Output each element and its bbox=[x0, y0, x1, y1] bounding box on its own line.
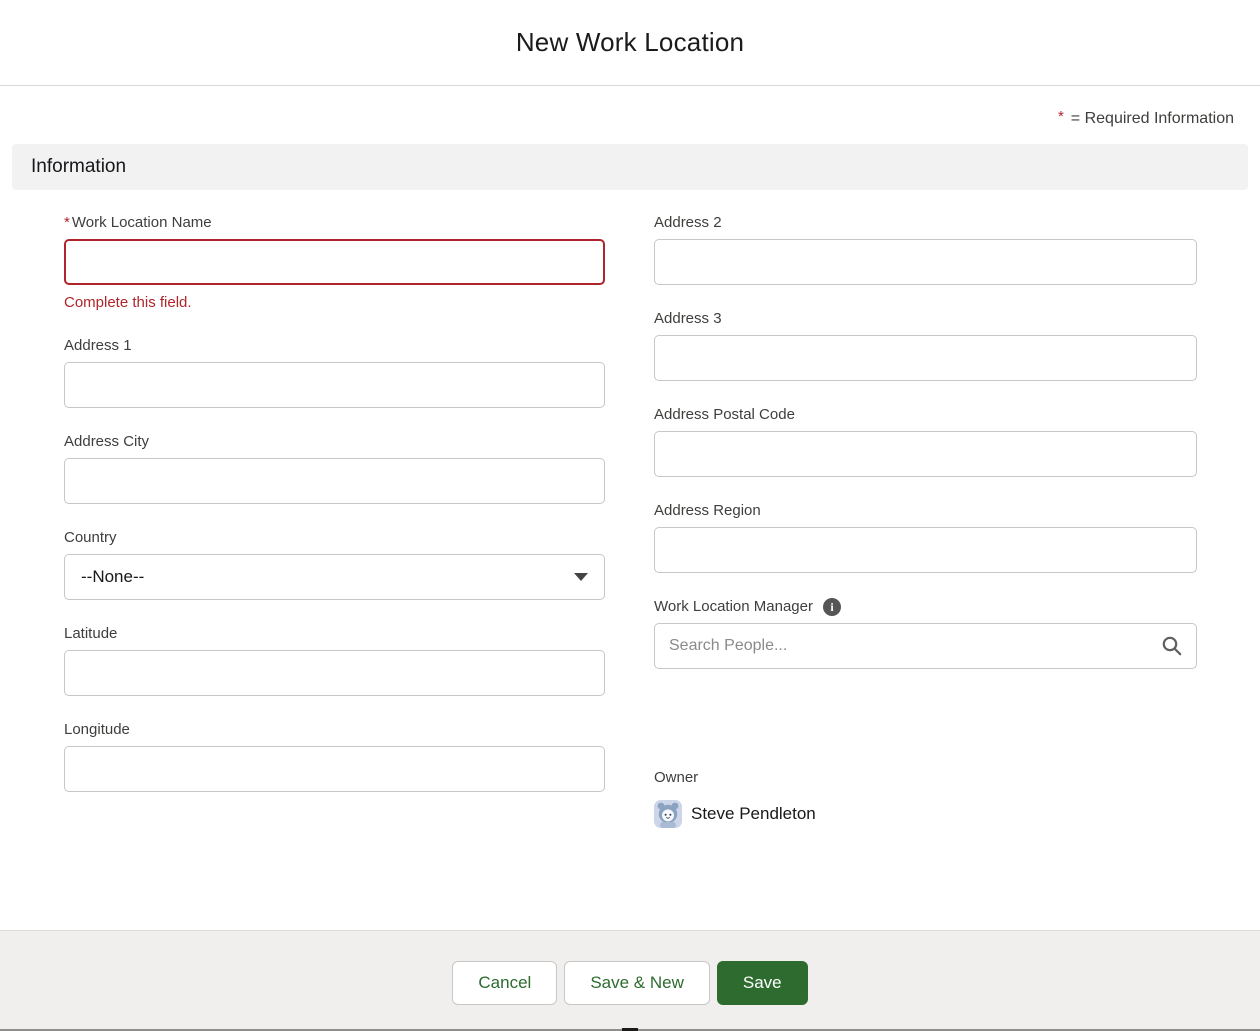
field-country: Country --None-- bbox=[64, 529, 605, 600]
form: * Work Location Name Complete this field.… bbox=[0, 190, 1260, 828]
info-icon[interactable]: i bbox=[822, 598, 841, 616]
field-required-asterisk: * bbox=[64, 214, 70, 231]
work-location-manager-label: Work Location Manager bbox=[654, 598, 813, 615]
address-region-label: Address Region bbox=[654, 502, 761, 519]
work-location-name-label: * Work Location Name bbox=[64, 214, 212, 231]
field-address3: Address 3 bbox=[654, 310, 1197, 381]
work-location-name-input[interactable] bbox=[64, 239, 605, 285]
chevron-down-icon bbox=[574, 573, 588, 581]
owner-label: Owner bbox=[654, 769, 699, 786]
required-asterisk: * bbox=[1057, 108, 1064, 125]
search-icon bbox=[1161, 635, 1183, 662]
field-address1: Address 1 bbox=[64, 337, 605, 408]
address1-label: Address 1 bbox=[64, 337, 132, 354]
work-location-manager-search-input[interactable] bbox=[654, 623, 1197, 669]
address-postal-code-input[interactable] bbox=[654, 431, 1197, 477]
address-region-input[interactable] bbox=[654, 527, 1197, 573]
latitude-label: Latitude bbox=[64, 625, 118, 642]
field-work-location-name: * Work Location Name Complete this field. bbox=[64, 214, 605, 312]
section-information: Information bbox=[12, 144, 1248, 190]
field-work-location-manager: Work Location Manager i bbox=[654, 598, 1197, 669]
address-postal-code-label: Address Postal Code bbox=[654, 406, 795, 423]
field-latitude: Latitude bbox=[64, 625, 605, 696]
address1-input[interactable] bbox=[64, 362, 605, 408]
work-location-name-error: Complete this field. bbox=[64, 294, 192, 311]
longitude-label: Longitude bbox=[64, 721, 130, 738]
longitude-input[interactable] bbox=[64, 746, 605, 792]
address-city-input[interactable] bbox=[64, 458, 605, 504]
address3-input[interactable] bbox=[654, 335, 1197, 381]
save-button[interactable]: Save bbox=[716, 961, 808, 1005]
form-left-column: * Work Location Name Complete this field.… bbox=[64, 214, 605, 828]
required-legend: * = Required Information bbox=[0, 86, 1260, 128]
cancel-button[interactable]: Cancel bbox=[452, 961, 558, 1005]
modal-header: New Work Location bbox=[0, 0, 1260, 86]
required-legend-text: = Required Information bbox=[1070, 110, 1234, 127]
section-title: Information bbox=[31, 156, 127, 177]
address2-label: Address 2 bbox=[654, 214, 722, 231]
field-longitude: Longitude bbox=[64, 721, 605, 792]
address3-label: Address 3 bbox=[654, 310, 722, 327]
latitude-input[interactable] bbox=[64, 650, 605, 696]
country-select[interactable]: --None-- bbox=[64, 554, 605, 600]
address2-input[interactable] bbox=[654, 239, 1197, 285]
save-and-new-button[interactable]: Save & New bbox=[564, 961, 710, 1005]
address-city-label: Address City bbox=[64, 433, 150, 450]
field-address-city: Address City bbox=[64, 433, 605, 504]
page-title: New Work Location bbox=[515, 27, 745, 57]
avatar bbox=[654, 800, 682, 828]
modal-footer: Cancel Save & New Save bbox=[0, 930, 1260, 1031]
country-selected-value: --None-- bbox=[81, 567, 145, 586]
owner-block: Owner Steve Pendleton bbox=[654, 769, 1197, 828]
owner-name: Steve Pendleton bbox=[691, 804, 816, 823]
field-address-region: Address Region bbox=[654, 502, 1197, 573]
field-address2: Address 2 bbox=[654, 214, 1197, 285]
form-right-column: Address 2 Address 3 Address Postal Code … bbox=[654, 214, 1197, 828]
country-label: Country bbox=[64, 529, 117, 546]
field-address-postal-code: Address Postal Code bbox=[654, 406, 1197, 477]
